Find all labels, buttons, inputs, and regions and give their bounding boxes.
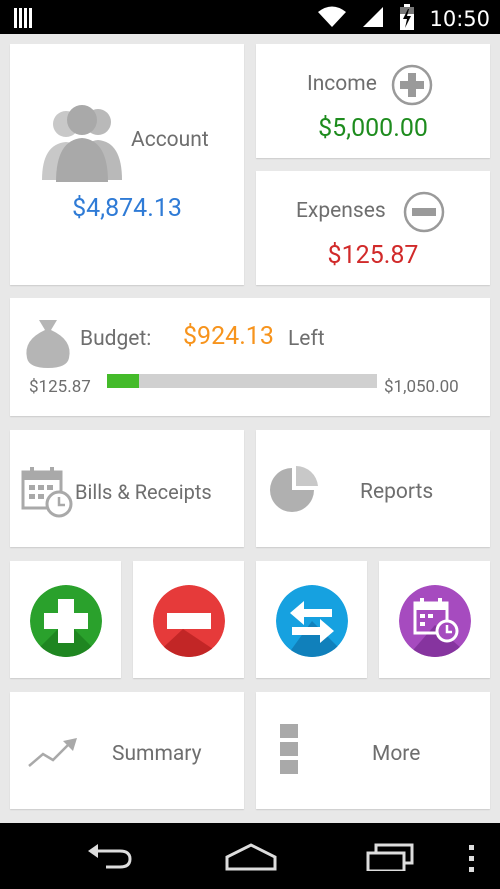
plus-circle-icon[interactable] (391, 64, 433, 106)
income-label: Income (307, 72, 377, 96)
budget-spent: $125.87 (29, 377, 91, 397)
navigation-bar (0, 823, 500, 889)
pie-chart-icon (268, 464, 320, 516)
plus-icon (30, 585, 102, 657)
bills-receipts-label: Bills & Receipts (75, 480, 212, 504)
more-tile[interactable]: More (256, 692, 490, 809)
schedule-button[interactable] (379, 561, 490, 678)
app-screen: 10:50 Account $4,874.13 Income $5,000.00… (0, 0, 500, 889)
budget-progress-fill (107, 374, 140, 388)
minus-icon (153, 585, 225, 657)
income-value: $5,000.00 (318, 114, 428, 143)
budget-tile[interactable]: Budget: $924.13 Left $125.87 $1,050.00 (10, 298, 490, 416)
add-income-button[interactable] (10, 561, 121, 678)
income-tile[interactable]: Income $5,000.00 (256, 44, 490, 158)
expenses-label: Expenses (296, 199, 386, 223)
status-bar: 10:50 (0, 0, 500, 34)
account-label: Account (131, 128, 209, 152)
transfer-button[interactable] (256, 561, 367, 678)
calendar-clock-icon (399, 585, 471, 657)
budget-remaining: $924.13 (183, 322, 274, 351)
wifi-icon (317, 5, 347, 33)
recents-icon[interactable] (366, 843, 414, 875)
status-time: 10:50 (429, 7, 490, 31)
calendar-clock-icon (21, 466, 73, 518)
budget-total: $1,050.00 (384, 377, 459, 397)
bills-receipts-tile[interactable]: Bills & Receipts (10, 430, 244, 547)
back-icon[interactable] (86, 843, 134, 875)
budget-remaining-suffix: Left (288, 327, 325, 351)
home-icon[interactable] (224, 843, 278, 875)
budget-label: Budget: (80, 327, 152, 351)
summary-label: Summary (112, 742, 202, 766)
signal-icon (361, 5, 385, 33)
people-icon (40, 102, 124, 182)
menu-grip-icon (14, 8, 34, 32)
expenses-tile[interactable]: Expenses $125.87 (256, 171, 490, 285)
reports-tile[interactable]: Reports (256, 430, 490, 547)
reports-label: Reports (360, 480, 434, 504)
battery-icon (399, 4, 415, 34)
summary-tile[interactable]: Summary (10, 692, 244, 809)
budget-progress-bar (107, 374, 377, 388)
account-tile[interactable]: Account $4,874.13 (10, 44, 244, 285)
transfer-arrows-icon (276, 585, 348, 657)
money-bag-icon (23, 316, 73, 368)
stacked-blocks-icon (278, 724, 300, 776)
overflow-menu-icon[interactable] (468, 845, 476, 877)
trend-line-icon (27, 736, 81, 770)
add-expense-button[interactable] (133, 561, 244, 678)
expenses-value: $125.87 (327, 241, 419, 270)
minus-circle-icon[interactable] (403, 191, 445, 233)
more-label: More (372, 742, 421, 766)
account-balance: $4,874.13 (72, 194, 182, 223)
